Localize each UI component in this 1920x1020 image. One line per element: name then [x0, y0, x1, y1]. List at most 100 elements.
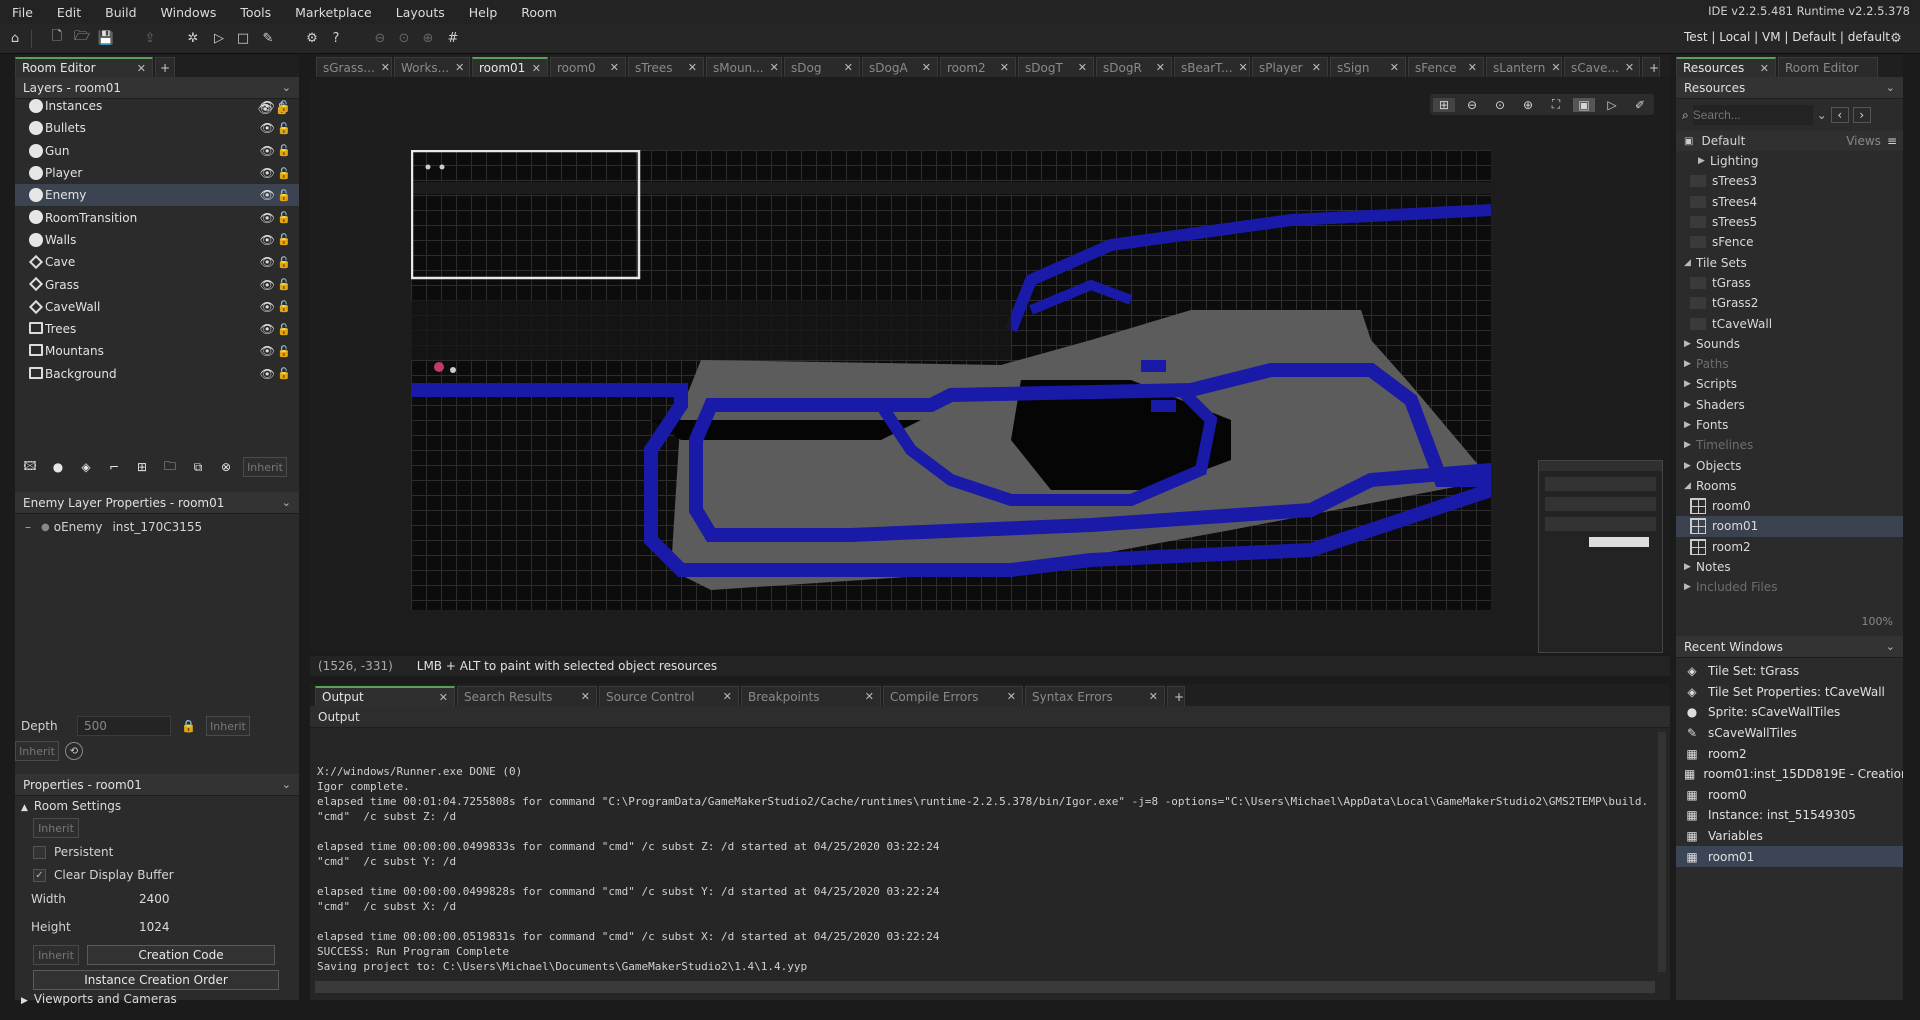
- lock-icon[interactable]: 🔓: [277, 300, 291, 313]
- clear-display-checkbox[interactable]: ✓: [33, 868, 46, 882]
- recent-window-item[interactable]: ✎ sCaveWallTiles: [1676, 723, 1903, 744]
- chevron-down-icon[interactable]: ⌄: [282, 496, 291, 509]
- collapse-icon[interactable]: –: [25, 520, 31, 534]
- chevron-down-icon[interactable]: ⌄: [282, 778, 291, 791]
- add-tab-button[interactable]: +: [1167, 686, 1185, 706]
- eye-icon[interactable]: 👁: [260, 322, 275, 336]
- tab-room-editor[interactable]: Room Editor ✕: [15, 57, 153, 77]
- document-tab[interactable]: sBearT... ✕: [1174, 57, 1250, 77]
- resource-item[interactable]: ▶ Objects: [1676, 455, 1903, 475]
- output-vscrollbar[interactable]: [1658, 732, 1666, 972]
- output-hscrollbar[interactable]: [315, 981, 1655, 993]
- resource-item[interactable]: ◢ Tile Sets: [1676, 252, 1903, 272]
- run-icon[interactable]: ▷: [209, 28, 229, 48]
- eye-icon[interactable]: 👁: [260, 99, 275, 113]
- close-icon[interactable]: ✕: [1143, 690, 1158, 703]
- close-icon[interactable]: ✕: [994, 61, 1009, 74]
- layer-row[interactable]: Background 👁 🔓: [15, 363, 299, 385]
- close-icon[interactable]: ✕: [1001, 690, 1016, 703]
- layer-inherit-button[interactable]: Inherit: [243, 457, 287, 477]
- lock-icon[interactable]: 🔓: [277, 256, 291, 269]
- close-icon[interactable]: ✕: [604, 61, 619, 74]
- expand-icon[interactable]: ▶: [1698, 156, 1705, 166]
- resource-item[interactable]: tGrass2: [1676, 293, 1903, 313]
- lock-icon[interactable]: 🔓: [277, 323, 291, 336]
- open-folder-icon[interactable]: 🗁: [72, 28, 92, 48]
- close-icon[interactable]: ✕: [916, 61, 931, 74]
- new-instance-layer-icon[interactable]: ●: [47, 456, 69, 478]
- document-tab[interactable]: room0 ✕: [550, 57, 626, 77]
- lock-icon[interactable]: 🔓: [277, 189, 291, 202]
- eye-icon[interactable]: 👁: [260, 255, 275, 269]
- grid-icon[interactable]: ⊞: [1433, 97, 1455, 112]
- new-asset-layer-icon[interactable]: ⊞: [131, 456, 153, 478]
- search-input[interactable]: [1692, 105, 1813, 125]
- resource-item[interactable]: ▶ Lighting: [1676, 151, 1903, 171]
- hamburger-icon[interactable]: ≡: [1887, 134, 1897, 148]
- resources-header[interactable]: Resources ⌄: [1676, 77, 1903, 99]
- help-icon[interactable]: ?: [326, 28, 346, 48]
- back-icon[interactable]: ‹: [1830, 107, 1849, 123]
- workspace-grid-icon[interactable]: #: [443, 28, 463, 48]
- resource-item[interactable]: ▶ Timelines: [1676, 435, 1903, 455]
- resource-item[interactable]: tCaveWall: [1676, 313, 1903, 333]
- resource-item[interactable]: ▶ Sounds: [1676, 334, 1903, 354]
- close-icon[interactable]: ✕: [526, 62, 541, 75]
- clean-icon[interactable]: ✎: [258, 28, 278, 48]
- viewports-row[interactable]: ▶ Viewports and Cameras: [21, 992, 177, 1006]
- persistent-row[interactable]: Persistent: [33, 845, 113, 859]
- close-icon[interactable]: ✕: [375, 61, 390, 74]
- resource-item[interactable]: room2: [1676, 537, 1903, 557]
- menu-windows[interactable]: Windows: [149, 5, 229, 20]
- reset-icon[interactable]: ⟲: [65, 742, 83, 760]
- frame-icon[interactable]: ▣: [1573, 97, 1595, 112]
- settings-icon[interactable]: ⚙: [302, 28, 322, 48]
- layer-inherit-toggle[interactable]: Inherit: [15, 741, 59, 761]
- depth-lock-icon[interactable]: 🔒: [181, 719, 196, 733]
- document-tab[interactable]: sPlayer ✕: [1252, 57, 1328, 77]
- document-tab[interactable]: sGrass... ✕: [316, 57, 392, 77]
- instance-creation-order-button[interactable]: Instance Creation Order: [33, 970, 279, 990]
- new-folder-icon[interactable]: 🗀: [159, 456, 181, 478]
- close-icon[interactable]: ✕: [131, 62, 146, 75]
- layer-row[interactable]: Walls 👁 🔓: [15, 229, 299, 251]
- chevron-down-icon[interactable]: ⌄: [1886, 81, 1895, 94]
- layer-row[interactable]: Trees 👁 🔓: [15, 318, 299, 340]
- zoom-out-icon[interactable]: ⊖: [1461, 98, 1483, 112]
- target-settings-icon[interactable]: ⚙: [1886, 28, 1906, 48]
- output-tab[interactable]: Source Control ✕: [599, 686, 739, 706]
- new-path-layer-icon[interactable]: ⌐: [103, 456, 125, 478]
- zoom-reset-icon[interactable]: ⊙: [394, 28, 414, 48]
- width-input[interactable]: 2400: [133, 889, 179, 909]
- lock-icon[interactable]: 🔓: [277, 100, 291, 113]
- resource-item[interactable]: sTrees5: [1676, 212, 1903, 232]
- menu-tools[interactable]: Tools: [228, 5, 283, 20]
- recent-window-item[interactable]: ◈ Tile Set Properties: tCaveWall: [1676, 682, 1903, 703]
- close-icon[interactable]: ✕: [1754, 62, 1769, 75]
- close-icon[interactable]: ✕: [682, 61, 697, 74]
- resource-item[interactable]: room0: [1676, 496, 1903, 516]
- menu-help[interactable]: Help: [457, 5, 510, 20]
- resource-item[interactable]: ▶ Fonts: [1676, 415, 1903, 435]
- creation-code-button[interactable]: Creation Code: [87, 945, 275, 965]
- document-tab[interactable]: sCave... ✕: [1564, 57, 1640, 77]
- tab-resources[interactable]: Resources ✕: [1676, 57, 1776, 77]
- lock-icon[interactable]: 🔓: [277, 211, 291, 224]
- close-icon[interactable]: ✕: [1072, 61, 1087, 74]
- lock-icon[interactable]: 🔓: [277, 144, 291, 157]
- play-icon[interactable]: ▷: [1601, 98, 1623, 112]
- inspector-color-swatch[interactable]: [1589, 537, 1649, 547]
- height-input[interactable]: 1024: [133, 917, 179, 937]
- eye-icon[interactable]: 👁: [260, 233, 275, 247]
- eye-icon[interactable]: 👁: [260, 300, 275, 314]
- zoom-in-icon[interactable]: ⊕: [1517, 98, 1539, 112]
- target-config[interactable]: Test | Local | VM | Default | default: [1684, 30, 1890, 44]
- document-tab[interactable]: sMoun... ✕: [706, 57, 782, 77]
- layer-row[interactable]: Bullets 👁 🔓: [15, 117, 299, 139]
- add-tab-button[interactable]: +: [1642, 57, 1660, 77]
- room-grid[interactable]: [411, 150, 1491, 610]
- menu-build[interactable]: Build: [93, 5, 148, 20]
- expand-icon[interactable]: ▶: [1684, 400, 1691, 410]
- layer-row[interactable]: RoomTransition 👁 🔓: [15, 206, 299, 228]
- resource-item[interactable]: sFence: [1676, 232, 1903, 252]
